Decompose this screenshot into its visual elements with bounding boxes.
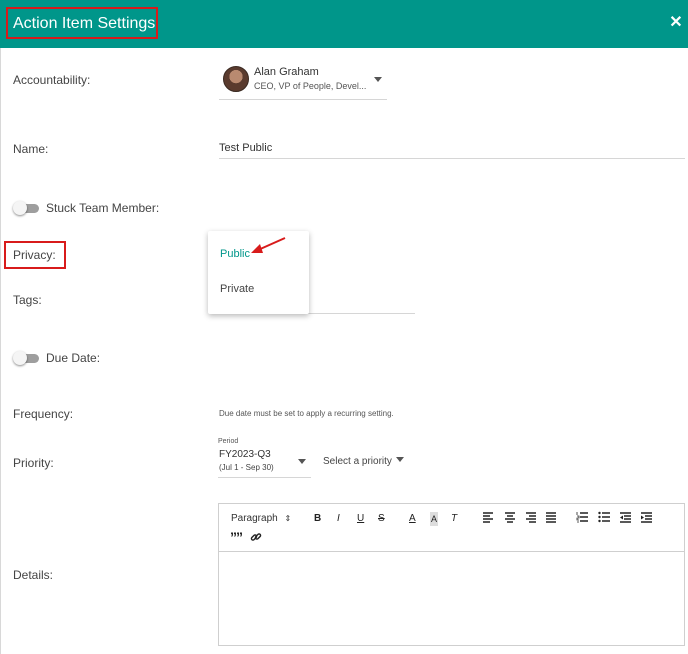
- underline-button[interactable]: U: [357, 512, 364, 526]
- privacy-label: Privacy:: [13, 248, 56, 262]
- align-right-icon[interactable]: [525, 511, 537, 528]
- priority-label: Priority:: [13, 456, 54, 470]
- dialog-title: Action Item Settings: [13, 15, 156, 32]
- accountability-select[interactable]: Alan Graham CEO, VP of People, Devel...: [219, 62, 387, 100]
- bold-button[interactable]: B: [314, 512, 321, 526]
- priority-placeholder: Select a priority: [323, 456, 392, 467]
- details-editor: Paragraph ⇕ B I U S A A T ””: [218, 503, 685, 646]
- details-text-area[interactable]: [219, 553, 684, 645]
- details-label: Details:: [13, 568, 54, 582]
- editor-toolbar: Paragraph ⇕ B I U S A A T ””: [219, 504, 684, 552]
- period-range: (Jul 1 - Sep 30): [219, 463, 274, 472]
- priority-select[interactable]: Select a priority: [323, 455, 404, 469]
- paragraph-format-select[interactable]: Paragraph ⇕: [231, 512, 291, 526]
- frequency-label: Frequency:: [13, 407, 74, 421]
- outdent-icon[interactable]: [619, 511, 631, 528]
- blockquote-icon[interactable]: ””: [230, 529, 243, 545]
- strikethrough-button[interactable]: S: [378, 512, 385, 526]
- align-left-icon[interactable]: [482, 511, 494, 528]
- ordered-list-icon[interactable]: [576, 511, 588, 528]
- up-down-icon: ⇕: [284, 514, 292, 523]
- due-date-toggle[interactable]: [13, 351, 39, 365]
- accountability-label: Accountability:: [13, 73, 91, 87]
- name-label: Name:: [13, 142, 49, 156]
- stuck-toggle[interactable]: [13, 201, 39, 215]
- align-center-icon[interactable]: [504, 511, 516, 528]
- blockquote-glyph: ”: [236, 529, 243, 545]
- chevron-down-icon: [395, 457, 404, 462]
- avatar: [223, 66, 249, 92]
- period-value: FY2023-Q3: [219, 449, 271, 460]
- chevron-down-icon: [374, 77, 382, 82]
- privacy-option-private[interactable]: Private: [208, 274, 309, 304]
- highlight-button[interactable]: A: [430, 512, 439, 526]
- indent-icon[interactable]: [640, 511, 652, 528]
- annotation-arrow-icon: [251, 237, 286, 253]
- period-select[interactable]: Period FY2023-Q3 (Jul 1 - Sep 30): [218, 436, 311, 478]
- user-name: Alan Graham: [254, 66, 319, 78]
- toggle-thumb: [13, 351, 27, 365]
- tags-label: Tags:: [13, 293, 42, 307]
- due-date-label: Due Date:: [46, 351, 101, 365]
- chevron-down-icon: [298, 459, 306, 464]
- link-icon[interactable]: [250, 531, 262, 548]
- paragraph-label: Paragraph: [231, 513, 278, 524]
- clear-format-button[interactable]: T: [451, 512, 457, 526]
- user-role: CEO, VP of People, Devel...: [254, 81, 367, 91]
- frequency-hint: Due date must be set to apply a recurrin…: [219, 409, 394, 418]
- stuck-label: Stuck Team Member:: [46, 201, 160, 215]
- align-justify-icon[interactable]: [545, 511, 557, 528]
- bullet-list-icon[interactable]: [598, 511, 610, 528]
- period-caption: Period: [218, 438, 239, 445]
- font-color-button[interactable]: A: [409, 512, 416, 526]
- name-field[interactable]: [219, 137, 685, 159]
- italic-button[interactable]: I: [337, 512, 340, 526]
- dialog-left-border: [0, 48, 1, 654]
- close-icon[interactable]: ✕: [666, 12, 686, 34]
- toggle-thumb: [13, 201, 27, 215]
